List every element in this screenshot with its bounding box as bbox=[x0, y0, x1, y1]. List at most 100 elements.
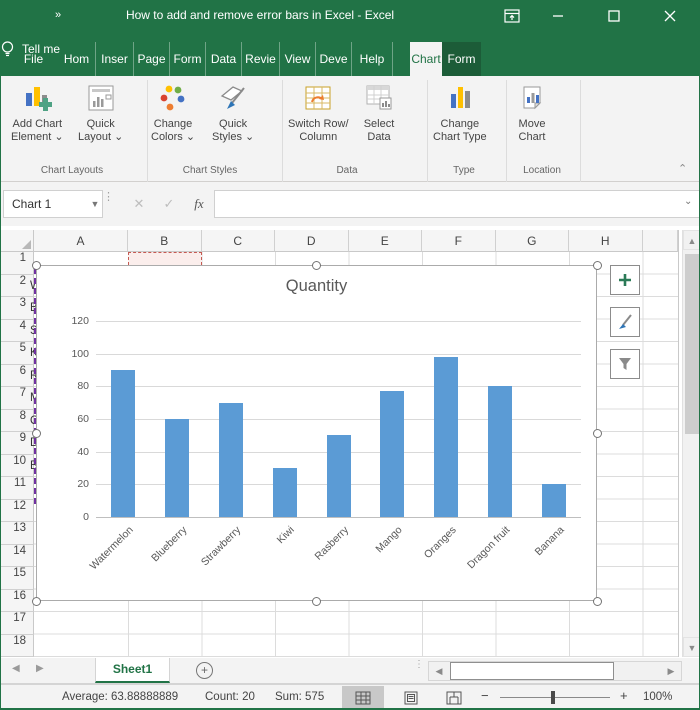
x-axis-label-4[interactable]: Rasberry bbox=[312, 524, 351, 563]
sheet-bar-drag-handle[interactable]: ⋮ bbox=[414, 660, 424, 670]
select-data-button[interactable]: Select Data bbox=[362, 82, 396, 144]
zoom-in-button[interactable]: + bbox=[620, 688, 628, 703]
ribbon-tab-page-3[interactable]: Page bbox=[134, 42, 170, 76]
row-header-12[interactable]: 12 bbox=[0, 499, 34, 522]
column-header-g[interactable]: G bbox=[495, 230, 569, 252]
x-axis-label-0[interactable]: Watermelon bbox=[87, 524, 135, 572]
bar-dragon-fruit[interactable] bbox=[488, 386, 513, 517]
x-axis-label-5[interactable]: Mango bbox=[374, 524, 405, 555]
ribbon-tab-revie-6[interactable]: Revie bbox=[242, 42, 280, 76]
bar-oranges[interactable] bbox=[434, 356, 459, 517]
y-axis-tick-label[interactable]: 100 bbox=[51, 348, 89, 360]
column-header-partial[interactable] bbox=[642, 230, 678, 252]
page-layout-view-button[interactable] bbox=[390, 686, 432, 709]
ribbon-tab-help-9[interactable]: Help bbox=[352, 42, 393, 76]
chart-resize-handle-2[interactable] bbox=[592, 260, 602, 270]
ribbon-display-options-button[interactable] bbox=[492, 0, 532, 32]
cancel-formula-icon[interactable]: ✕ bbox=[126, 192, 152, 216]
select-all-corner[interactable] bbox=[0, 230, 34, 252]
x-axis-label-6[interactable]: Oranges bbox=[422, 524, 459, 561]
row-header-5[interactable]: 5 bbox=[0, 342, 34, 365]
ribbon-tab-form-4[interactable]: Form bbox=[170, 42, 206, 76]
bar-blueberry[interactable] bbox=[164, 419, 189, 517]
y-axis-tick-label[interactable]: 40 bbox=[51, 446, 89, 458]
enter-formula-icon[interactable]: ✓ bbox=[156, 192, 182, 216]
page-break-view-button[interactable] bbox=[433, 686, 475, 709]
chart-title[interactable]: Quantity bbox=[37, 277, 596, 296]
row-header-14[interactable]: 14 bbox=[0, 544, 34, 567]
x-axis-label-2[interactable]: Strawberry bbox=[199, 524, 243, 568]
zoom-slider-track[interactable] bbox=[500, 697, 610, 698]
row-header-18[interactable]: 18 bbox=[0, 634, 34, 657]
bar-rasberry[interactable] bbox=[326, 435, 351, 517]
row-header-3[interactable]: 3 bbox=[0, 297, 34, 320]
minimize-button[interactable] bbox=[538, 0, 578, 32]
bar-mango[interactable] bbox=[380, 391, 405, 517]
normal-view-button[interactable] bbox=[342, 686, 384, 709]
chart-elements-button[interactable] bbox=[610, 265, 640, 295]
y-axis-tick-label[interactable]: 60 bbox=[51, 413, 89, 425]
x-axis-label-7[interactable]: Dragon fruit bbox=[465, 524, 512, 571]
maximize-button[interactable] bbox=[594, 0, 634, 32]
column-header-d[interactable]: D bbox=[275, 230, 349, 252]
row-header-7[interactable]: 7 bbox=[0, 387, 34, 410]
column-header-a[interactable]: A bbox=[34, 230, 128, 252]
close-button[interactable] bbox=[650, 0, 690, 32]
row-header-2[interactable]: 2 bbox=[0, 274, 34, 297]
formula-bar-expand-icon[interactable]: ⌄ bbox=[684, 196, 692, 207]
formula-input[interactable] bbox=[214, 190, 700, 218]
quick-layout-button[interactable]: Quick Layout ⌄ bbox=[78, 82, 123, 144]
row-header-1[interactable]: 1 bbox=[0, 252, 34, 275]
x-axis-label-8[interactable]: Banana bbox=[532, 524, 566, 558]
sheet-nav-left-icon[interactable]: ◀ bbox=[12, 663, 20, 674]
sheet-tab-sheet1[interactable]: Sheet1 bbox=[95, 658, 170, 683]
ribbon-tab-data-5[interactable]: Data bbox=[206, 42, 242, 76]
ribbon-tab-form-11[interactable]: Form bbox=[442, 42, 481, 76]
chart-resize-handle-7[interactable] bbox=[592, 596, 602, 606]
zoom-out-button[interactable]: − bbox=[481, 688, 489, 703]
chart-resize-handle-4[interactable] bbox=[592, 428, 602, 438]
chart-resize-handle-0[interactable] bbox=[31, 260, 41, 270]
name-box-dropdown-icon[interactable]: ▼ bbox=[88, 190, 102, 218]
column-header-b[interactable]: B bbox=[128, 230, 202, 252]
move-chart-button[interactable]: Move Chart bbox=[515, 82, 549, 144]
chart-object[interactable]: Quantity 0 20 40 60 80 100 120 Watermelon Bluebe… bbox=[36, 265, 597, 601]
row-header-11[interactable]: 11 bbox=[0, 477, 34, 500]
bar-kiwi[interactable] bbox=[272, 468, 297, 517]
chart-styles-button[interactable] bbox=[610, 307, 640, 337]
bar-watermelon[interactable] bbox=[110, 370, 135, 517]
y-axis-tick-label[interactable]: 80 bbox=[51, 380, 89, 392]
bar-strawberry[interactable] bbox=[218, 402, 243, 517]
row-header-6[interactable]: 6 bbox=[0, 364, 34, 387]
column-header-c[interactable]: C bbox=[201, 230, 275, 252]
y-axis-tick-label[interactable]: 20 bbox=[51, 478, 89, 490]
x-axis-label-3[interactable]: Kiwi bbox=[275, 524, 297, 546]
column-header-f[interactable]: F bbox=[422, 230, 496, 252]
ribbon-tab-file-0[interactable]: File bbox=[15, 42, 52, 76]
chart-resize-handle-5[interactable] bbox=[31, 596, 41, 606]
ribbon-tab-inser-2[interactable]: Inser bbox=[96, 42, 134, 76]
quick-styles-button[interactable]: Quick Styles ⌄ bbox=[212, 82, 254, 144]
chart-resize-handle-1[interactable] bbox=[312, 260, 321, 270]
formula-bar-drag-handle[interactable]: ⋮ bbox=[103, 192, 114, 203]
row-header-4[interactable]: 4 bbox=[0, 319, 34, 342]
insert-function-icon[interactable]: fx bbox=[186, 192, 212, 216]
scroll-left-icon[interactable]: ◀ bbox=[429, 662, 449, 680]
zoom-slider-thumb[interactable] bbox=[551, 691, 555, 704]
chart-resize-handle-3[interactable] bbox=[31, 428, 41, 438]
row-header-16[interactable]: 16 bbox=[0, 589, 34, 612]
row-header-10[interactable]: 10 bbox=[0, 454, 34, 477]
chart-resize-handle-6[interactable] bbox=[312, 596, 321, 606]
ribbon-tab-deve-8[interactable]: Deve bbox=[316, 42, 352, 76]
ribbon-tab-chart-10[interactable]: Chart bbox=[410, 42, 442, 76]
new-sheet-button[interactable]: + bbox=[196, 662, 213, 679]
scroll-down-icon[interactable]: ▼ bbox=[683, 637, 700, 657]
scroll-right-icon[interactable]: ▶ bbox=[661, 662, 681, 680]
row-header-8[interactable]: 8 bbox=[0, 409, 34, 432]
row-header-13[interactable]: 13 bbox=[0, 522, 34, 545]
x-axis-label-1[interactable]: Blueberry bbox=[149, 524, 189, 564]
vertical-scrollbar[interactable]: ▲ ▼ bbox=[682, 230, 700, 657]
row-header-9[interactable]: 9 bbox=[0, 432, 34, 455]
y-axis-tick-label[interactable]: 0 bbox=[51, 511, 89, 523]
ribbon-tab-hom-1[interactable]: Hom bbox=[58, 42, 96, 76]
